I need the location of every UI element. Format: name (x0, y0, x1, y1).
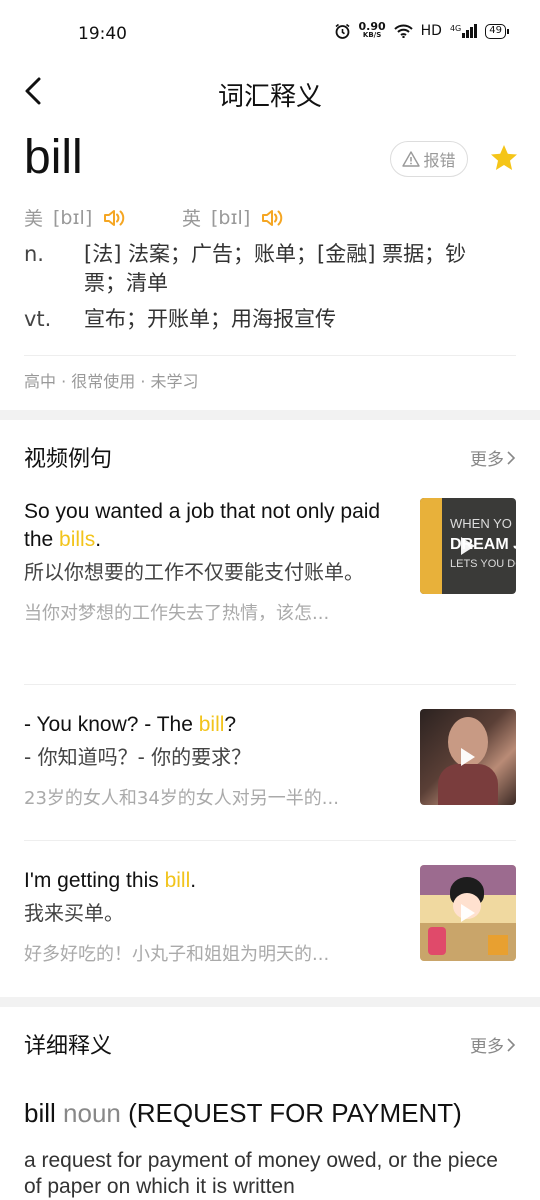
pronunciation-us[interactable]: 美 [bɪl] (24, 204, 128, 231)
alarm-icon (335, 23, 350, 39)
example-source: 当你对梦想的工作失去了热情，该怎... (24, 603, 330, 624)
part-of-speech: n. (24, 242, 44, 266)
part-of-speech: vt. (24, 307, 52, 331)
video-example-item[interactable]: So you wanted a job that not only paid t… (24, 498, 516, 625)
chevron-right-icon (507, 450, 516, 465)
page-title: 词汇释义 (217, 82, 322, 112)
video-example-item[interactable]: - You know? - The bill? - 你知道吗？- 你的要求？ 2… (24, 709, 516, 810)
us-label: 美 (24, 208, 44, 230)
star-icon[interactable] (488, 142, 520, 174)
speaker-icon[interactable] (102, 207, 128, 229)
definition-row: vt. 宣布；开账单；用海报宣传 (24, 305, 504, 334)
section-separator (0, 410, 540, 420)
chevron-right-icon (507, 1037, 516, 1052)
play-icon (461, 904, 475, 922)
section-title: 视频例句 (24, 447, 113, 472)
example-chinese: 所以你想要的工作不仅要能支付账单。 (24, 560, 364, 584)
speaker-icon[interactable] (260, 207, 286, 229)
video-thumbnail[interactable] (420, 709, 516, 805)
example-english: - You know? - The bill? (24, 713, 237, 736)
example-chinese: - 你知道吗？- 你的要求？ (24, 745, 252, 769)
warning-icon (402, 151, 421, 167)
hd-label: HD (420, 23, 442, 39)
definition-text: 宣布；开账单；用海报宣传 (84, 307, 336, 331)
more-detail-link[interactable]: 更多 (470, 1032, 516, 1057)
detail-headword: bill noun (REQUEST FOR PAYMENT) (24, 1098, 462, 1128)
example-source: 23岁的女人和34岁的女人对另一半的... (24, 788, 339, 809)
wifi-icon (393, 24, 413, 38)
status-bar: 19:40 0.90 KB/S HD 4G 49 (0, 0, 540, 64)
video-thumbnail[interactable]: WHEN YO DREAM J LETS YOU DO (420, 498, 516, 594)
definition-row: n. [法] 法案；广告；账单；[金融] 票据；钞票；清单 (24, 240, 504, 298)
us-phonetic: [bɪl] (53, 206, 93, 229)
detail-pos: noun (63, 1098, 121, 1128)
section-separator (0, 997, 540, 1007)
section-title: 详细释义 (24, 1034, 113, 1059)
status-time: 19:40 (78, 24, 127, 44)
example-source: 好多好吃的！小丸子和姐姐为明天的... (24, 944, 330, 965)
detail-sense: (REQUEST FOR PAYMENT) (128, 1098, 462, 1128)
battery-icon: 49 (485, 23, 509, 39)
video-examples-header: 视频例句 更多 (24, 441, 516, 481)
divider (24, 684, 516, 685)
status-icons: 0.90 KB/S HD 4G 49 (334, 20, 509, 40)
video-thumbnail[interactable] (420, 865, 516, 961)
uk-phonetic: [bɪl] (211, 206, 251, 229)
divider (24, 840, 516, 841)
more-video-examples-link[interactable]: 更多 (470, 445, 516, 470)
example-english: I'm getting this bill. (24, 869, 197, 892)
pronunciation-uk[interactable]: 英 [bɪl] (182, 204, 286, 231)
detail-definition: a request for payment of money owed, or … (24, 1149, 498, 1198)
report-error-button[interactable]: 报错 (390, 141, 468, 177)
top-nav: 词汇释义 (0, 64, 540, 120)
video-example-item[interactable]: I'm getting this bill. 我来买单。 好多好吃的！小丸子和姐… (24, 865, 516, 966)
signal-icon: 4G (450, 24, 478, 38)
headword: bill (24, 131, 83, 184)
divider (24, 355, 516, 356)
detail-header: 详细释义 更多 (24, 1028, 516, 1068)
play-icon (461, 748, 475, 766)
report-error-label: 报错 (423, 151, 456, 170)
example-english: So you wanted a job that not only paid t… (24, 500, 381, 551)
example-chinese: 我来买单。 (24, 901, 124, 925)
definitions-list: n. [法] 法案；广告；账单；[金融] 票据；钞票；清单 vt. 宣布；开账单… (24, 240, 504, 341)
network-speed: 0.90 KB/S (358, 20, 386, 39)
play-icon (461, 537, 475, 555)
uk-label: 英 (182, 208, 202, 230)
definition-text: [法] 法案；广告；账单；[金融] 票据；钞票；清单 (84, 242, 467, 295)
word-tags: 高中 · 很常使用 · 未学习 (24, 372, 199, 391)
